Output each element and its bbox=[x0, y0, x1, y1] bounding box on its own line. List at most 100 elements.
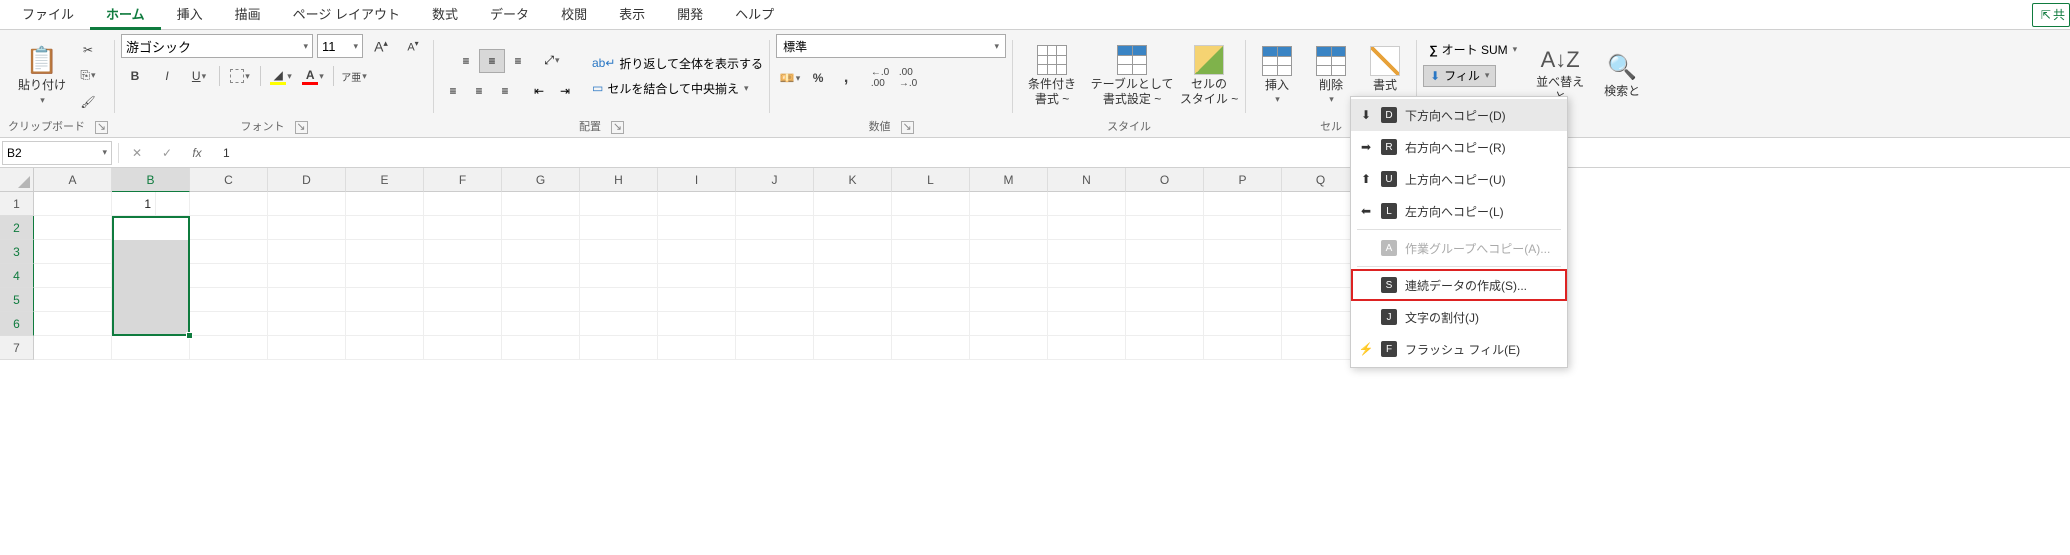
cell[interactable] bbox=[268, 192, 346, 216]
alignment-launcher[interactable]: ↘ bbox=[611, 121, 624, 134]
cell[interactable] bbox=[502, 240, 580, 264]
cell[interactable] bbox=[190, 264, 268, 288]
cell[interactable] bbox=[658, 288, 736, 312]
cell[interactable] bbox=[34, 336, 112, 360]
cell[interactable] bbox=[970, 216, 1048, 240]
cell[interactable] bbox=[502, 192, 580, 216]
cell[interactable] bbox=[658, 336, 736, 360]
cell[interactable] bbox=[970, 336, 1048, 360]
row-header-4[interactable]: 4 bbox=[0, 264, 34, 288]
increase-font-button[interactable]: A▴ bbox=[367, 34, 395, 58]
cell[interactable] bbox=[424, 264, 502, 288]
increase-indent-button[interactable]: ⇥ bbox=[552, 79, 578, 103]
cell[interactable] bbox=[892, 240, 970, 264]
cell[interactable] bbox=[970, 192, 1048, 216]
find-select-button[interactable]: 🔍 検索と bbox=[1597, 40, 1647, 112]
col-header-l[interactable]: L bbox=[892, 168, 970, 192]
tab-page-layout[interactable]: ページ レイアウト bbox=[277, 0, 416, 30]
cell[interactable] bbox=[502, 264, 580, 288]
cell[interactable] bbox=[1204, 192, 1282, 216]
cell[interactable] bbox=[268, 216, 346, 240]
cell[interactable] bbox=[268, 336, 346, 360]
cell[interactable] bbox=[346, 240, 424, 264]
cell-styles-button[interactable]: セルのスタイル ~ bbox=[1179, 40, 1239, 112]
cell[interactable] bbox=[268, 288, 346, 312]
fill-button[interactable]: ⬇ フィル ▾ bbox=[1423, 65, 1496, 87]
fill-right-item[interactable]: ➡ R 右方向へコピー(R) bbox=[1351, 131, 1567, 163]
cell[interactable] bbox=[892, 216, 970, 240]
cell[interactable] bbox=[112, 312, 190, 336]
cell[interactable] bbox=[502, 288, 580, 312]
cell[interactable] bbox=[970, 264, 1048, 288]
row-header-1[interactable]: 1 bbox=[0, 192, 34, 216]
cell[interactable] bbox=[112, 336, 190, 360]
cell[interactable] bbox=[424, 192, 502, 216]
font-launcher[interactable]: ↘ bbox=[295, 121, 308, 134]
col-header-e[interactable]: E bbox=[346, 168, 424, 192]
cell[interactable] bbox=[190, 288, 268, 312]
cell[interactable] bbox=[268, 312, 346, 336]
fill-left-item[interactable]: ⬅ L 左方向へコピー(L) bbox=[1351, 195, 1567, 227]
underline-button[interactable]: U▾ bbox=[185, 64, 213, 88]
align-bottom-button[interactable]: ≡ bbox=[505, 49, 531, 73]
insert-function-button[interactable]: fx bbox=[185, 146, 209, 160]
cell[interactable] bbox=[814, 288, 892, 312]
cell[interactable] bbox=[268, 264, 346, 288]
cell[interactable] bbox=[1204, 288, 1282, 312]
cell[interactable] bbox=[814, 216, 892, 240]
cell[interactable] bbox=[112, 240, 190, 264]
cell[interactable] bbox=[658, 216, 736, 240]
flash-fill-item[interactable]: ⚡ F フラッシュ フィル(E) bbox=[1351, 333, 1567, 365]
col-header-m[interactable]: M bbox=[970, 168, 1048, 192]
cell[interactable] bbox=[814, 192, 892, 216]
col-header-p[interactable]: P bbox=[1204, 168, 1282, 192]
cell[interactable] bbox=[658, 264, 736, 288]
cell[interactable] bbox=[424, 240, 502, 264]
tab-formulas[interactable]: 数式 bbox=[416, 0, 474, 30]
col-header-h[interactable]: H bbox=[580, 168, 658, 192]
tab-help[interactable]: ヘルプ bbox=[719, 0, 790, 30]
cell[interactable] bbox=[1048, 216, 1126, 240]
col-header-j[interactable]: J bbox=[736, 168, 814, 192]
cell[interactable] bbox=[34, 288, 112, 312]
cell[interactable] bbox=[1048, 192, 1126, 216]
align-middle-button[interactable]: ≡ bbox=[479, 49, 505, 73]
row-header-7[interactable]: 7 bbox=[0, 336, 34, 360]
cell[interactable] bbox=[814, 312, 892, 336]
align-top-button[interactable]: ≡ bbox=[453, 49, 479, 73]
font-name-select[interactable]: 游ゴシック ▾ bbox=[121, 34, 313, 58]
cell[interactable] bbox=[1282, 288, 1360, 312]
format-as-table-button[interactable]: テーブルとして書式設定 ~ bbox=[1089, 40, 1175, 112]
cell-b2[interactable]: 1 bbox=[78, 192, 156, 216]
increase-decimal-button[interactable]: ←.0.00 bbox=[866, 66, 894, 90]
cell[interactable] bbox=[736, 336, 814, 360]
cell[interactable] bbox=[346, 336, 424, 360]
cell[interactable] bbox=[814, 336, 892, 360]
align-center-button[interactable]: ≡ bbox=[466, 79, 492, 103]
select-all-corner[interactable] bbox=[0, 168, 34, 192]
col-header-f[interactable]: F bbox=[424, 168, 502, 192]
cell[interactable] bbox=[1204, 240, 1282, 264]
cell[interactable] bbox=[190, 240, 268, 264]
cell[interactable] bbox=[814, 264, 892, 288]
col-header-q[interactable]: Q bbox=[1282, 168, 1360, 192]
cell[interactable] bbox=[970, 312, 1048, 336]
cell[interactable] bbox=[34, 240, 112, 264]
fill-series-item[interactable]: S 連続データの作成(S)... bbox=[1351, 269, 1567, 301]
cell[interactable] bbox=[424, 288, 502, 312]
cell[interactable] bbox=[736, 192, 814, 216]
decrease-font-button[interactable]: A▾ bbox=[399, 34, 427, 58]
col-header-o[interactable]: O bbox=[1126, 168, 1204, 192]
cell[interactable] bbox=[580, 216, 658, 240]
cell[interactable] bbox=[1126, 336, 1204, 360]
decrease-indent-button[interactable]: ⇤ bbox=[526, 79, 552, 103]
align-left-button[interactable]: ≡ bbox=[440, 79, 466, 103]
insert-cells-button[interactable]: 挿入 ▾ bbox=[1252, 40, 1302, 112]
col-header-i[interactable]: I bbox=[658, 168, 736, 192]
cell[interactable] bbox=[658, 240, 736, 264]
cell[interactable] bbox=[580, 336, 658, 360]
tab-data[interactable]: データ bbox=[474, 0, 545, 30]
cell[interactable] bbox=[190, 312, 268, 336]
cell[interactable] bbox=[736, 288, 814, 312]
row-header-2[interactable]: 2 bbox=[0, 216, 34, 240]
